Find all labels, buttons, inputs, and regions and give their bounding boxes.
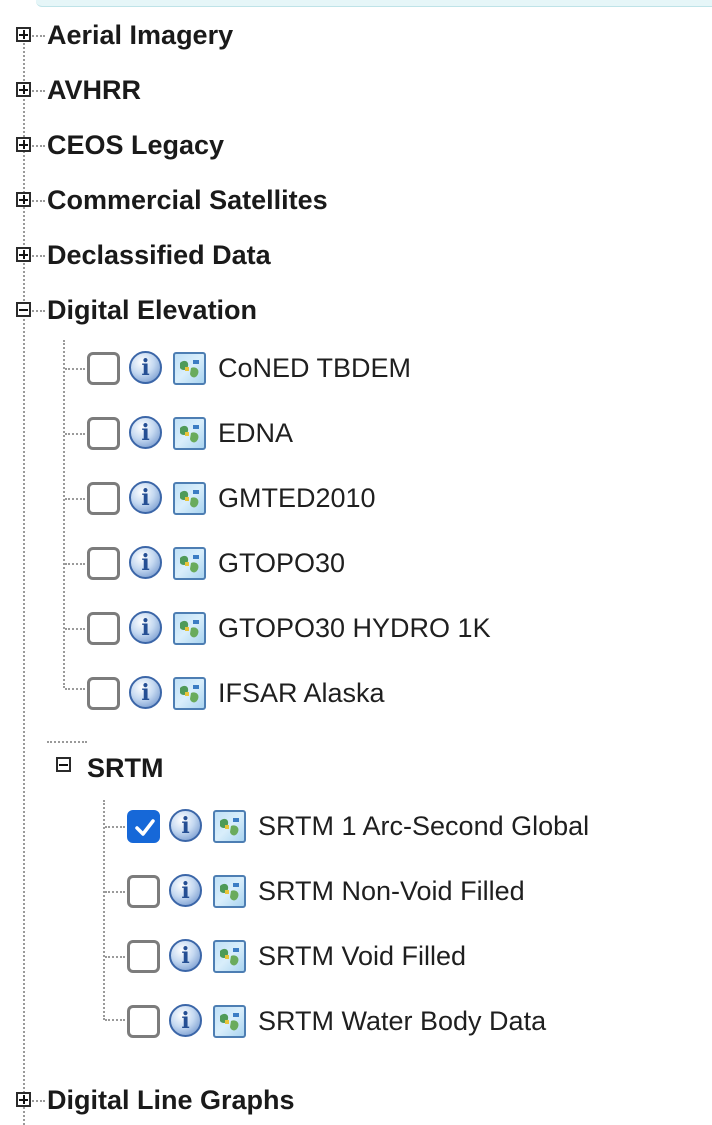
dataset-label[interactable]: IFSAR Alaska [218, 675, 385, 711]
expand-aerial-imagery-icon[interactable] [16, 27, 31, 42]
category-declassified-data[interactable]: Declassified Data [47, 239, 271, 271]
map-footprint-icon[interactable] [173, 352, 206, 385]
dataset-label[interactable]: SRTM Non-Void Filled [258, 873, 525, 909]
info-icon[interactable]: i [169, 874, 202, 907]
tree-guide-srtm [103, 800, 105, 1020]
map-footprint-icon[interactable] [173, 482, 206, 515]
tree-guide-digital-elevation [63, 340, 65, 688]
category-srtm[interactable]: SRTM [87, 752, 164, 784]
info-icon[interactable]: i [129, 351, 162, 384]
map-footprint-icon[interactable] [213, 875, 246, 908]
dataset-checkbox[interactable] [87, 612, 120, 645]
tree-guide-srtm-stub [47, 741, 87, 743]
dataset-label[interactable]: GTOPO30 [218, 545, 345, 581]
collapse-srtm-icon[interactable] [56, 757, 71, 772]
dataset-label[interactable]: CoNED TBDEM [218, 350, 411, 386]
map-footprint-icon[interactable] [173, 417, 206, 450]
map-footprint-icon[interactable] [173, 547, 206, 580]
category-digital-elevation[interactable]: Digital Elevation [47, 294, 257, 326]
category-ceos-legacy[interactable]: CEOS Legacy [47, 129, 224, 161]
dataset-label[interactable]: EDNA [218, 415, 293, 451]
dataset-checkbox[interactable] [87, 482, 120, 515]
info-icon[interactable]: i [169, 939, 202, 972]
category-digital-line-graphs[interactable]: Digital Line Graphs [47, 1084, 295, 1116]
dataset-checkbox[interactable] [87, 417, 120, 450]
dataset-checkbox[interactable] [127, 940, 160, 973]
expand-ceos-legacy-icon[interactable] [16, 137, 31, 152]
map-footprint-icon[interactable] [173, 677, 206, 710]
info-icon[interactable]: i [129, 416, 162, 449]
info-icon[interactable]: i [129, 611, 162, 644]
dataset-label[interactable]: GMTED2010 [218, 480, 376, 516]
category-avhrr[interactable]: AVHRR [47, 74, 141, 106]
info-icon[interactable]: i [129, 481, 162, 514]
expand-commercial-satellites-icon[interactable] [16, 192, 31, 207]
dataset-label[interactable]: SRTM Water Body Data [258, 1003, 546, 1039]
dataset-checkbox[interactable] [87, 547, 120, 580]
map-footprint-icon[interactable] [213, 940, 246, 973]
map-footprint-icon[interactable] [173, 612, 206, 645]
expand-avhrr-icon[interactable] [16, 82, 31, 97]
dataset-checkbox-checked[interactable] [127, 810, 160, 843]
dataset-label[interactable]: SRTM Void Filled [258, 938, 466, 974]
info-icon[interactable]: i [169, 1004, 202, 1037]
panel-top-edge [36, 0, 712, 7]
info-icon[interactable]: i [129, 546, 162, 579]
checkmark-icon [135, 819, 155, 836]
expand-declassified-data-icon[interactable] [16, 247, 31, 262]
info-icon[interactable]: i [129, 676, 162, 709]
category-commercial-satellites[interactable]: Commercial Satellites [47, 184, 328, 216]
dataset-label[interactable]: SRTM 1 Arc-Second Global [258, 808, 589, 844]
dataset-checkbox[interactable] [87, 352, 120, 385]
category-aerial-imagery[interactable]: Aerial Imagery [47, 19, 233, 51]
dataset-label[interactable]: GTOPO30 HYDRO 1K [218, 610, 491, 646]
map-footprint-icon[interactable] [213, 810, 246, 843]
dataset-checkbox[interactable] [87, 677, 120, 710]
collapse-digital-elevation-icon[interactable] [16, 302, 31, 317]
info-icon[interactable]: i [169, 809, 202, 842]
dataset-checkbox[interactable] [127, 875, 160, 908]
expand-digital-line-graphs-icon[interactable] [16, 1092, 31, 1107]
dataset-checkbox[interactable] [127, 1005, 160, 1038]
map-footprint-icon[interactable] [213, 1005, 246, 1038]
